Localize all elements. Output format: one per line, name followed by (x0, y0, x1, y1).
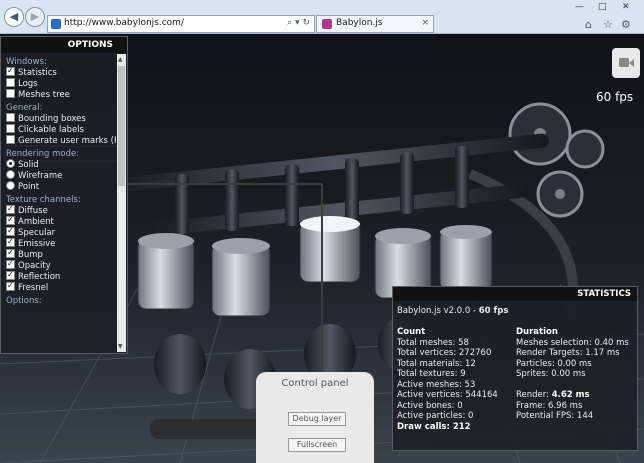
option-bump[interactable]: Bump (1, 247, 116, 260)
option-clickable-labels[interactable]: Clickable labels (1, 124, 116, 135)
minimize-button[interactable]: — (575, 2, 584, 12)
windows-section-label: Windows: (6, 57, 47, 67)
checkbox[interactable] (6, 89, 15, 98)
stat-render: Render: 4.62 ms (516, 390, 590, 400)
option-fresnel[interactable]: Fresnel (1, 280, 116, 293)
tab-favicon-icon (322, 19, 332, 29)
engine-version: Babylon.js v2.0.0 - 60 fps (397, 306, 509, 316)
video-camera-icon (619, 58, 629, 67)
close-window-button[interactable]: ✕ (622, 2, 630, 12)
fullscreen-button[interactable]: Fullscreen (288, 438, 346, 452)
stat-sprites: Sprites: 0.00 ms (516, 369, 586, 379)
option-specular[interactable]: Specular (1, 225, 116, 238)
site-favicon-icon (51, 19, 61, 29)
checkbox[interactable] (6, 65, 15, 76)
stat-particles: Particles: 0.00 ms (516, 358, 592, 369)
stat-frame: Frame: 6.96 ms (516, 400, 583, 411)
options-section-label: Options: (6, 296, 42, 306)
url-text: http://www.babylonjs.com/ (64, 18, 184, 28)
radio[interactable] (6, 159, 15, 168)
option-logs[interactable]: Logs (1, 78, 116, 89)
option-bounding-boxes[interactable]: Bounding boxes (1, 113, 116, 124)
option-point[interactable]: Point (1, 181, 116, 192)
browser-chrome: ◀ ▶ http://www.babylonjs.com/ ⌕ ▾ ↻ Baby… (0, 0, 644, 34)
radio[interactable] (6, 181, 15, 190)
address-bar[interactable]: http://www.babylonjs.com/ ⌕ ▾ ↻ (47, 15, 315, 33)
scroll-down-icon[interactable]: ▼ (118, 343, 123, 350)
home-icon[interactable]: ⌂ (585, 18, 592, 31)
stat-active-meshes: Active meshes: 53 (397, 379, 476, 390)
checkbox[interactable] (6, 113, 15, 122)
checkbox[interactable] (6, 78, 15, 87)
scroll-up-icon[interactable]: ▲ (118, 56, 123, 63)
option-meshes-tree[interactable]: Meshes tree (1, 89, 116, 100)
control-panel-title: Control panel (281, 378, 349, 389)
stat-render-targets: Render Targets: 1.17 ms (516, 348, 620, 358)
video-camera-lens-icon (629, 59, 634, 67)
checkbox[interactable] (6, 225, 15, 236)
stat-active-bones: Active bones: 0 (397, 400, 463, 411)
options-title: OPTIONS (1, 37, 127, 53)
stat-draw-calls: Draw calls: 212 (397, 421, 471, 432)
maximize-button[interactable]: □ (598, 2, 607, 12)
option-emissive[interactable]: Emissive (1, 236, 116, 249)
checkbox[interactable] (6, 124, 15, 133)
option-statistics[interactable]: Statistics (1, 65, 116, 78)
count-header: Count (397, 327, 426, 337)
radio[interactable] (6, 170, 15, 179)
debug-layer-button[interactable]: Debug layer (288, 412, 346, 426)
scrollbar-thumb[interactable] (118, 66, 125, 186)
option-user-marks[interactable]: Generate user marks (F12) (1, 135, 116, 146)
stat-total-vertices: Total vertices: 272760 (397, 348, 492, 358)
forward-button[interactable]: ▶ (25, 7, 45, 27)
options-body: Windows: Statistics Logs Meshes tree Gen… (1, 54, 116, 352)
option-diffuse[interactable]: Diffuse (1, 203, 116, 216)
duration-header: Duration (516, 327, 558, 337)
camera-toggle-button[interactable] (612, 48, 640, 78)
stat-potential-fps: Potential FPS: 144 (516, 411, 594, 421)
option-ambient[interactable]: Ambient (1, 214, 116, 227)
stat-total-materials: Total materials: 12 (397, 358, 476, 369)
control-panel: Control panel Debug layer Fullscreen (256, 372, 374, 463)
duration-column: Duration Meshes selection: 0.40 ms Rende… (516, 327, 629, 422)
checkbox[interactable] (6, 135, 15, 144)
options-panel: OPTIONS Windows: Statistics Logs Meshes … (0, 36, 128, 354)
checkbox[interactable] (6, 236, 15, 247)
checkbox[interactable] (6, 269, 15, 280)
stat-active-vertices: Active vertices: 544164 (397, 390, 498, 400)
checkbox[interactable] (6, 247, 15, 258)
stat-total-meshes: Total meshes: 58 (397, 337, 469, 348)
tab-title: Babylon.js (336, 18, 383, 28)
tab-babylonjs[interactable]: Babylon.js × (316, 15, 434, 33)
option-wireframe[interactable]: Wireframe (1, 170, 116, 181)
back-button[interactable]: ◀ (4, 7, 24, 27)
checkbox[interactable] (6, 280, 15, 291)
version-fps: 60 fps (478, 306, 509, 316)
statistics-panel: STATISTICS Babylon.js v2.0.0 - 60 fps Co… (392, 286, 638, 451)
stat-active-particles: Active particles: 0 (397, 411, 474, 421)
general-section-label: General: (6, 103, 43, 113)
option-reflection[interactable]: Reflection (1, 269, 116, 282)
option-opacity[interactable]: Opacity (1, 258, 116, 271)
statistics-title: STATISTICS (393, 287, 637, 301)
checkbox[interactable] (6, 203, 15, 214)
favorites-icon[interactable]: ☆ (603, 18, 613, 31)
settings-gear-icon[interactable]: ⚙ (621, 18, 631, 31)
checkbox[interactable] (6, 258, 15, 269)
tab-close-icon[interactable]: × (421, 18, 429, 28)
count-column: Count Total meshes: 58 Total vertices: 2… (397, 327, 498, 432)
refresh-icon[interactable]: ⌕ ▾ ↻ (287, 18, 310, 28)
stat-meshes-selection: Meshes selection: 0.40 ms (516, 337, 629, 348)
option-solid[interactable]: Solid (1, 159, 116, 170)
fps-counter: 60 fps (596, 90, 634, 104)
options-scrollbar[interactable]: ▲ ▼ (117, 54, 126, 352)
stat-total-textures: Total textures: 9 (397, 369, 466, 379)
checkbox[interactable] (6, 214, 15, 225)
texture-section-label: Texture channels: (6, 195, 81, 205)
rendering-section-label: Rendering mode: (6, 149, 80, 159)
